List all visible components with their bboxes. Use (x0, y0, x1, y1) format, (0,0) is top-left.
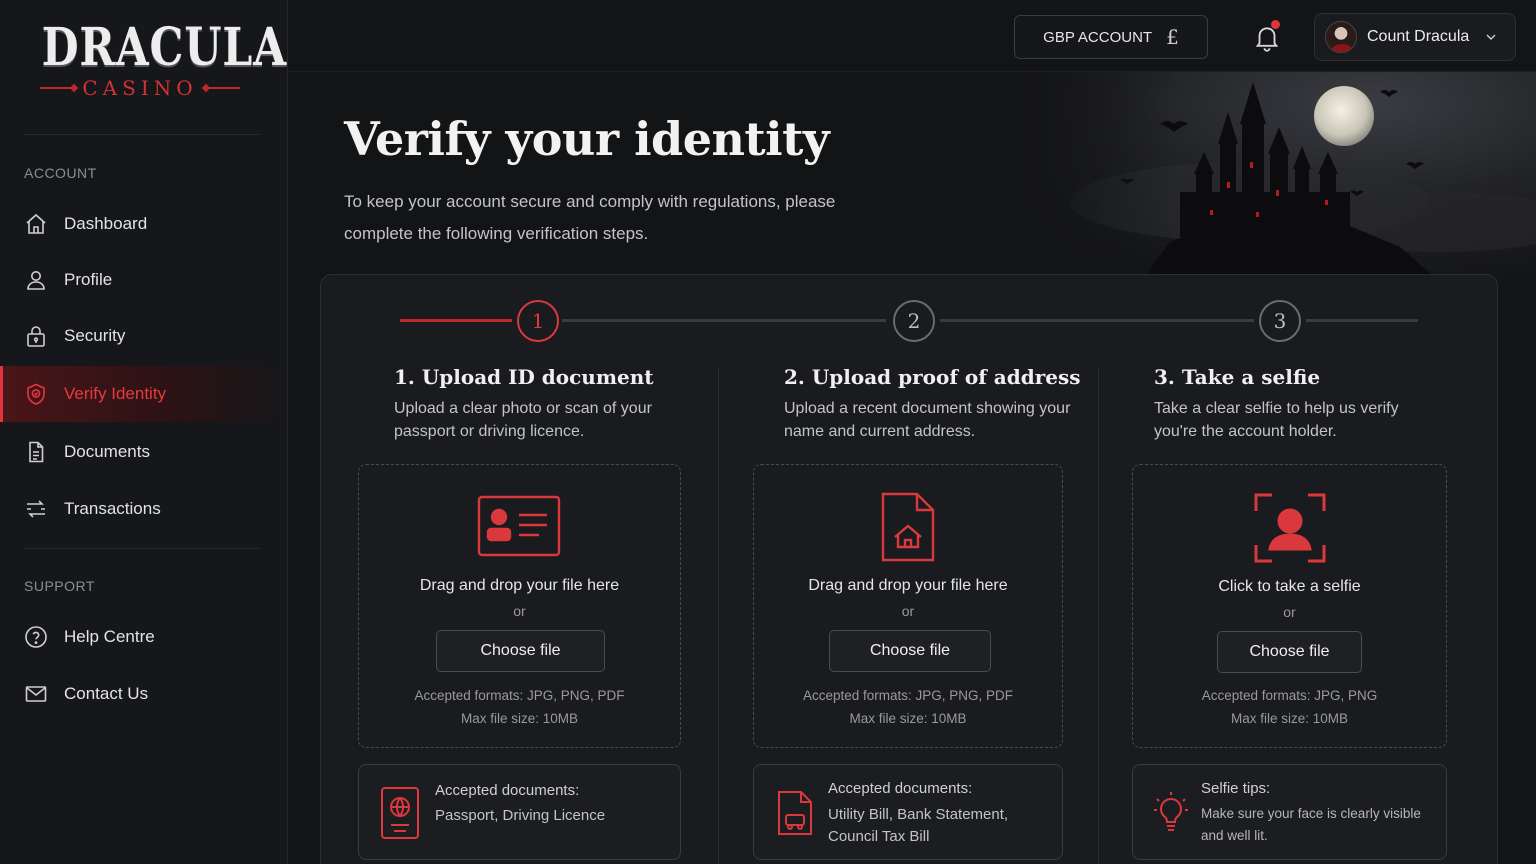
dropzone-id-document[interactable]: Drag and drop your file here or Choose f… (358, 464, 681, 748)
stepper-progress (400, 319, 512, 322)
sidebar-item-label: Security (64, 326, 126, 345)
info-body: Utility Bill, Bank Statement, Council Ta… (828, 806, 1009, 845)
home-document-icon (881, 492, 935, 562)
id-card-icon (477, 495, 561, 557)
dropzone-text: Click to take a selfie (1218, 578, 1361, 595)
step-description-id: Upload a clear photo or scan of your pas… (394, 400, 652, 440)
shield-icon (27, 383, 45, 405)
sidebar: DRACULA CASINO ACCOUNT Dashboard Profile… (0, 0, 288, 864)
chevron-down-icon (1486, 34, 1496, 40)
sidebar-item-verify-identity[interactable]: Verify Identity (0, 366, 286, 422)
dropzone-selfie[interactable]: Click to take a selfie or Choose file Ac… (1132, 464, 1447, 748)
section-label-account: ACCOUNT (24, 165, 97, 181)
step-description-selfie: Take a clear selfie to help us verify yo… (1154, 400, 1399, 440)
sidebar-divider (24, 134, 260, 135)
passport-icon (381, 787, 419, 839)
max-file-size: Max file size: 10MB (849, 711, 967, 726)
brand-name: DRACULA (41, 17, 288, 78)
help-icon (25, 626, 47, 648)
user-menu[interactable]: Count Dracula (1314, 13, 1516, 61)
info-title: Accepted documents: (828, 780, 973, 797)
sidebar-item-help-centre[interactable]: Help Centre (0, 609, 286, 665)
page-title: Verify your identity (344, 112, 830, 166)
sidebar-divider (24, 548, 260, 549)
mail-icon (25, 686, 47, 702)
sidebar-item-profile[interactable]: Profile (0, 252, 286, 308)
step-title-address: 2. Upload proof of address (784, 365, 1081, 389)
top-bar: GBP ACCOUNT £ Count Dracula (288, 0, 1536, 72)
sidebar-item-security[interactable]: Security (0, 308, 286, 364)
sidebar-item-label: Dashboard (64, 214, 148, 233)
step-indicator-3[interactable]: 3 (1259, 300, 1301, 342)
dropzone-or: or (1283, 604, 1296, 620)
column-divider (1098, 368, 1099, 864)
sidebar-item-label: Verify Identity (64, 384, 167, 403)
choose-file-button[interactable]: Choose file (829, 630, 991, 672)
accepted-formats: Accepted formats: JPG, PNG, PDF (802, 688, 1014, 703)
currency-icon: £ (1166, 25, 1179, 49)
dropzone-proof-of-address[interactable]: Drag and drop your file here or Choose f… (753, 464, 1063, 748)
lock-icon (27, 326, 45, 347)
step-indicator-2[interactable]: 2 (893, 300, 935, 342)
dropzone-text: Drag and drop your file here (419, 577, 620, 594)
max-file-size: Max file size: 10MB (460, 711, 579, 726)
castle-illustration (1020, 72, 1536, 282)
stepper-connector (562, 319, 886, 322)
step-title-id: 1. Upload ID document (394, 365, 654, 389)
accepted-formats: Accepted formats: JPG, PNG (1201, 688, 1378, 703)
max-file-size: Max file size: 10MB (1230, 711, 1349, 726)
user-icon (27, 271, 45, 290)
step-title-selfie: 3. Take a selfie (1154, 365, 1321, 389)
sidebar-item-documents[interactable]: Documents (0, 424, 286, 480)
column-divider (718, 368, 719, 864)
avatar (1325, 21, 1357, 53)
sidebar-item-label: Profile (64, 270, 113, 289)
dropzone-text: Drag and drop your file here (808, 577, 1008, 594)
sidebar-item-dashboard[interactable]: Dashboard (0, 196, 286, 252)
brand-logo[interactable]: DRACULA CASINO (20, 17, 288, 108)
info-title: Selfie tips: (1201, 780, 1271, 797)
step-indicator-1[interactable]: 1 (517, 300, 559, 342)
notification-badge (1271, 20, 1280, 29)
page-subtitle: To keep your account secure and comply w… (344, 192, 836, 243)
section-label-support: SUPPORT (24, 578, 95, 594)
choose-file-button[interactable]: Choose file (436, 630, 605, 672)
account-label: GBP ACCOUNT (1043, 28, 1153, 46)
info-accepted-address-documents: Accepted documents: Utility Bill, Bank S… (753, 764, 1063, 860)
accepted-formats: Accepted formats: JPG, PNG, PDF (414, 688, 625, 703)
transfer-icon (27, 500, 45, 518)
account-currency-button[interactable]: GBP ACCOUNT £ (1014, 15, 1208, 59)
brand-tagline: CASINO (82, 76, 198, 100)
info-title: Accepted documents: (435, 782, 580, 799)
sidebar-item-label: Help Centre (64, 627, 155, 646)
stepper-connector (940, 319, 1254, 322)
sidebar-item-contact-us[interactable]: Contact Us (0, 666, 286, 722)
bill-icon (778, 791, 812, 835)
user-name: Count Dracula (1367, 28, 1470, 45)
sidebar-item-label: Contact Us (64, 684, 149, 703)
sidebar-item-transactions[interactable]: Transactions (0, 481, 286, 537)
dropzone-or: or (513, 603, 526, 619)
info-selfie-tips: Selfie tips: Make sure your face is clea… (1132, 764, 1447, 860)
stepper-connector (1306, 319, 1418, 322)
info-accepted-id-documents: Accepted documents: Passport, Driving Li… (358, 764, 681, 860)
dropzone-or: or (901, 603, 915, 619)
sidebar-item-label: Transactions (64, 499, 161, 518)
info-body: Make sure your face is clearly visible a… (1201, 806, 1421, 843)
choose-file-button[interactable]: Choose file (1217, 631, 1362, 673)
info-body: Passport, Driving Licence (435, 807, 606, 824)
selfie-camera-icon (1254, 493, 1326, 563)
home-icon (26, 213, 46, 234)
sidebar-item-label: Documents (64, 442, 150, 461)
lightbulb-icon (1154, 792, 1188, 831)
step-description-address: Upload a recent document showing your na… (784, 400, 1071, 440)
document-icon (29, 441, 44, 463)
